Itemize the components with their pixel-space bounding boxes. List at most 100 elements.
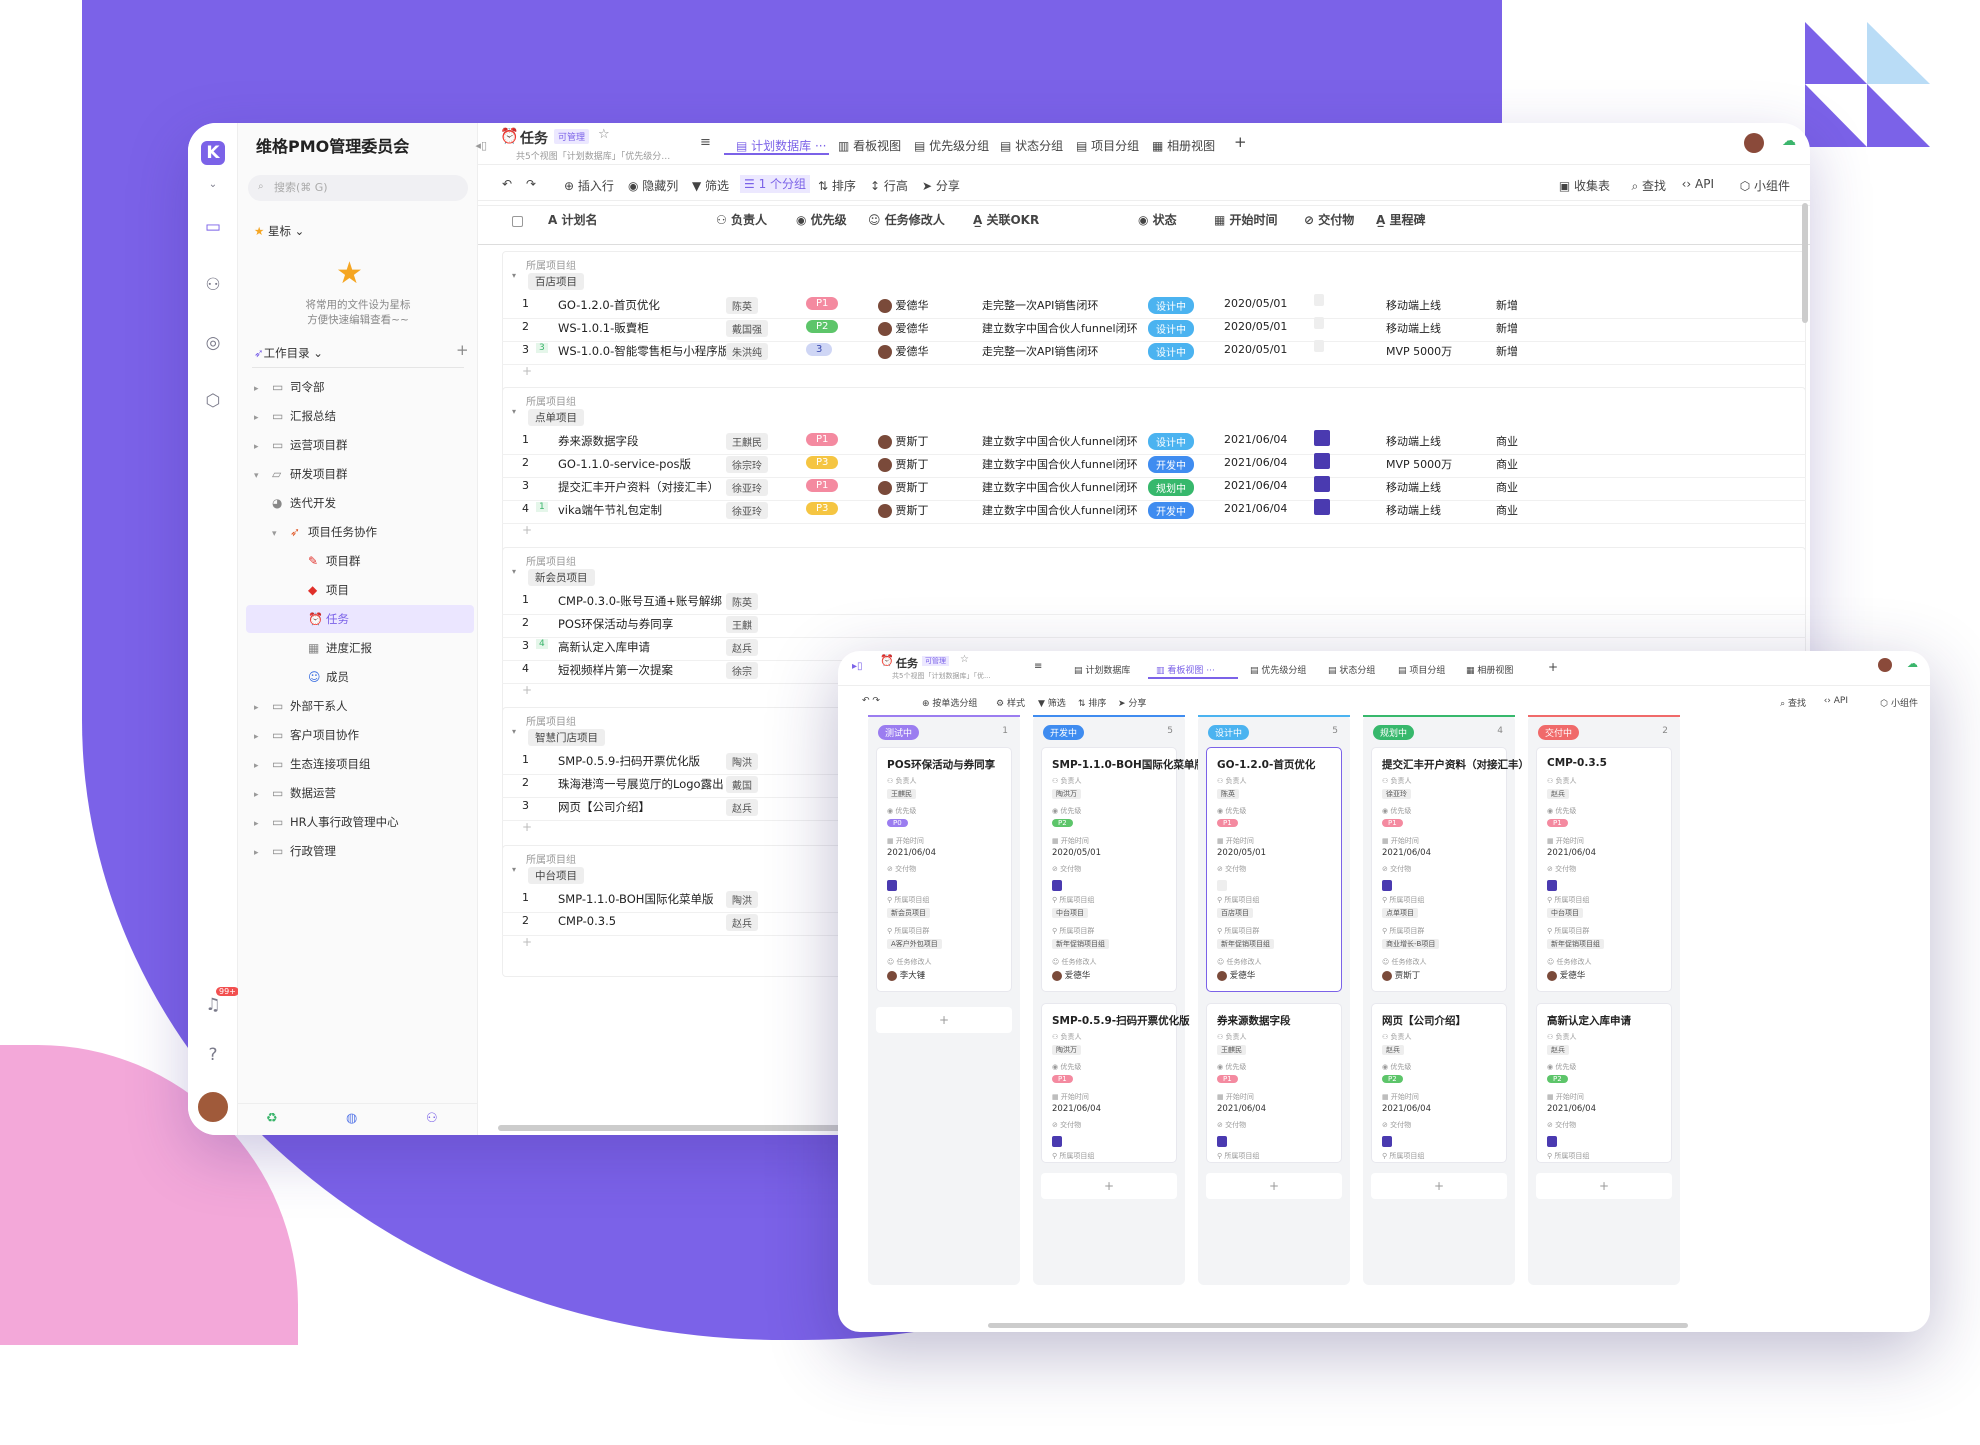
plan-name-cell[interactable]: 珠海港湾一号展览厅的Logo露出 bbox=[558, 776, 724, 792]
form-button[interactable]: ▣ 收集表 bbox=[1559, 177, 1610, 194]
status-tag[interactable]: 开发中 bbox=[1148, 456, 1194, 473]
extra-cell[interactable]: 新增 bbox=[1496, 297, 1518, 313]
filter-button[interactable]: ▼ 筛选 bbox=[692, 177, 729, 194]
sheet-title[interactable]: 任务 bbox=[896, 655, 918, 671]
table-row[interactable]: 3 3 WS-1.0.0-智能零售柜与小程序版 朱洪纯 3 爱德华 走完整一次API销售闭… bbox=[502, 337, 1806, 365]
plan-name-cell[interactable]: 券来源数据字段 bbox=[558, 433, 639, 449]
priority-tag[interactable]: 3 bbox=[806, 343, 833, 356]
kanban-card[interactable]: SMP-1.1.0-BOH国际化菜单版 ⚇ 负责人 陶洪万 ◉ 优先级 P2 ▦ 开始时间… bbox=[1041, 747, 1205, 992]
tree-item-active[interactable]: ⏰ 任务 bbox=[246, 605, 474, 633]
kanban-card[interactable]: 提交汇丰开户资料（对接汇丰） ⚇ 负责人 徐亚玲 ◉ 优先级 P1 ▦ 开始时间 2021/… bbox=[1371, 747, 1529, 992]
kanban-card[interactable]: CMP-0.3.5 ⚇ 负责人 赵兵 ◉ 优先级 P1 ▦ 开始时间 2021/06/04 ⊘… bbox=[1536, 747, 1672, 992]
deliverable-cell[interactable] bbox=[1314, 499, 1330, 518]
tree-item[interactable]: ▸ ▭ 司令部 bbox=[254, 373, 325, 401]
tree-item[interactable]: ✎ 项目群 bbox=[308, 547, 361, 575]
help-icon[interactable]: ? bbox=[201, 1043, 225, 1067]
deliverable-cell[interactable] bbox=[1314, 453, 1330, 472]
plan-name-cell[interactable]: CMP-0.3.0-账号互通+账号解绑 bbox=[558, 593, 722, 609]
tree-item[interactable]: ▸ ▭ 生态连接项目组 bbox=[254, 750, 371, 778]
okr-cell[interactable]: 建立数字中国合伙人funnel闭环 bbox=[982, 502, 1138, 518]
status-tag[interactable]: 设计中 bbox=[1148, 320, 1194, 337]
plan-name-cell[interactable]: WS-1.0.0-智能零售柜与小程序版 bbox=[558, 343, 729, 359]
plan-name-cell[interactable]: GO-1.2.0-首页优化 bbox=[558, 297, 660, 313]
group-button[interactable]: ☰ 1 个分组 bbox=[740, 175, 811, 193]
plan-name-cell[interactable]: vika端午节礼包定制 bbox=[558, 502, 662, 518]
priority-tag[interactable]: P1 bbox=[806, 479, 839, 492]
collapse-group-icon[interactable]: ▾ bbox=[512, 567, 516, 576]
owner-cell[interactable]: 陈英 bbox=[726, 593, 758, 610]
extra-cell[interactable]: 商业 bbox=[1496, 502, 1518, 518]
okr-cell[interactable]: 走完整一次API销售闭环 bbox=[982, 343, 1098, 359]
catalog-section[interactable]: ➶工作目录 ⌄ bbox=[254, 345, 323, 361]
add-record-icon[interactable]: + bbox=[522, 935, 532, 949]
deliverable-cell[interactable] bbox=[1314, 476, 1330, 495]
okr-cell[interactable]: 建立数字中国合伙人funnel闭环 bbox=[982, 433, 1138, 449]
milestone-cell[interactable]: 移动端上线 bbox=[1386, 320, 1441, 336]
priority-tag[interactable]: P2 bbox=[806, 320, 839, 333]
editor-cell[interactable]: 爱德华 bbox=[878, 320, 929, 336]
style-button[interactable]: ⚙ 样式 bbox=[996, 696, 1025, 709]
api-button[interactable]: ‹› API bbox=[1682, 177, 1714, 191]
add-card-button[interactable]: + bbox=[1041, 1173, 1177, 1199]
collapse-group-icon[interactable]: ▾ bbox=[512, 407, 516, 416]
add-node-icon[interactable]: + bbox=[456, 341, 469, 359]
column-status-tag[interactable]: 设计中 bbox=[1208, 725, 1250, 740]
sheet-title[interactable]: 任务 bbox=[520, 128, 548, 148]
milestone-cell[interactable]: 移动端上线 bbox=[1386, 479, 1441, 495]
col-header[interactable]: ☺ 任务修改人 bbox=[868, 211, 945, 241]
plan-name-cell[interactable]: WS-1.0.1-販賣柜 bbox=[558, 320, 649, 336]
tab-plan-db[interactable]: ▤ 计划数据库 bbox=[1074, 663, 1130, 676]
group-by-button[interactable]: ⊕ 按单选分组 bbox=[922, 696, 977, 709]
start-date-cell[interactable]: 2021/06/04 bbox=[1224, 433, 1287, 446]
col-header[interactable]: ◉ 状态 bbox=[1138, 211, 1177, 241]
tab-priority-group[interactable]: ▤ 优先级分组 bbox=[914, 137, 989, 154]
column-status-tag[interactable]: 测试中 bbox=[878, 725, 920, 740]
share-button[interactable]: ➤ 分享 bbox=[922, 177, 960, 194]
kanban-card[interactable]: 券来源数据字段 ⚇ 负责人 王麒民 ◉ 优先级 P1 ▦ 开始时间 2021/06/04 ⊘ … bbox=[1206, 1003, 1342, 1163]
deliverable-cell[interactable] bbox=[1314, 340, 1324, 355]
insert-row-button[interactable]: ⊕ 插入行 bbox=[564, 177, 614, 194]
find-button[interactable]: ⌕ 查找 bbox=[1631, 177, 1666, 194]
status-tag[interactable]: 开发中 bbox=[1148, 502, 1194, 519]
plan-name-cell[interactable]: 短视频样片第一次提案 bbox=[558, 662, 673, 678]
editor-cell[interactable]: 贾斯丁 bbox=[878, 433, 929, 449]
start-date-cell[interactable]: 2020/05/01 bbox=[1224, 320, 1287, 333]
tree-item[interactable]: ▸ ▭ 汇报总结 bbox=[254, 402, 336, 430]
tab-gallery[interactable]: ▦ 相册视图 bbox=[1152, 137, 1215, 154]
start-date-cell[interactable]: 2021/06/04 bbox=[1224, 502, 1287, 515]
tree-item[interactable]: ▸ ▭ 外部干系人 bbox=[254, 692, 348, 720]
add-record-icon[interactable]: + bbox=[522, 683, 532, 697]
owner-cell[interactable]: 王麒 bbox=[726, 616, 758, 633]
editor-cell[interactable]: 爱德华 bbox=[878, 297, 929, 313]
owner-cell[interactable]: 徐宗 bbox=[726, 662, 758, 679]
status-tag[interactable]: 设计中 bbox=[1148, 433, 1194, 450]
plan-name-cell[interactable]: 提交汇丰开户资料（对接汇丰） bbox=[558, 479, 719, 495]
table-row[interactable]: 4 1 vika端午节礼包定制 徐亚玲 P3 贾斯丁 建立数字中国合伙人funnel闭环开… bbox=[502, 496, 1806, 524]
sort-button[interactable]: ⇅ 排序 bbox=[1078, 696, 1106, 709]
widget-button[interactable]: ⬡ 小组件 bbox=[1880, 696, 1918, 709]
comment-count[interactable]: 1 bbox=[536, 502, 548, 512]
milestone-cell[interactable]: MVP 5000万 bbox=[1386, 456, 1452, 472]
column-status-tag[interactable]: 开发中 bbox=[1043, 725, 1085, 740]
editor-cell[interactable]: 爱德华 bbox=[878, 343, 929, 359]
comment-count[interactable]: 3 bbox=[536, 343, 548, 353]
undo-button[interactable]: ↶ ↷ bbox=[862, 696, 880, 706]
extra-cell[interactable]: 新增 bbox=[1496, 343, 1518, 359]
tab-status-group[interactable]: ▤ 状态分组 bbox=[1000, 137, 1063, 154]
tab-kanban[interactable]: ▥ 看板视图 ··· bbox=[1156, 663, 1215, 676]
kanban-card[interactable]: GO-1.2.0-首页优化 ⚇ 负责人 陈英 ◉ 优先级 P1 ▦ 开始时间 2020/05… bbox=[1206, 747, 1342, 992]
extra-cell[interactable]: 商业 bbox=[1496, 433, 1518, 449]
priority-tag[interactable]: P3 bbox=[806, 456, 839, 469]
plan-name-cell[interactable]: GO-1.1.0-service-pos版 bbox=[558, 456, 691, 472]
expand-sidebar-icon[interactable]: ▸▯ bbox=[852, 661, 863, 672]
col-header[interactable]: A̲ 里程碑 bbox=[1376, 211, 1425, 241]
tree-item[interactable]: ◕ 迭代开发 bbox=[272, 489, 336, 517]
owner-cell[interactable]: 徐宗玲 bbox=[726, 456, 768, 473]
start-date-cell[interactable]: 2020/05/01 bbox=[1224, 297, 1287, 310]
vertical-scrollbar[interactable] bbox=[1802, 203, 1808, 323]
deliverable-cell[interactable] bbox=[1314, 430, 1330, 449]
tree-item[interactable]: ▾ ▱ 研发项目群 bbox=[254, 460, 348, 488]
start-date-cell[interactable]: 2020/05/01 bbox=[1224, 343, 1287, 356]
invite-icon[interactable]: ⚇ bbox=[426, 1111, 438, 1126]
vika-logo-icon[interactable]: K bbox=[201, 141, 225, 165]
